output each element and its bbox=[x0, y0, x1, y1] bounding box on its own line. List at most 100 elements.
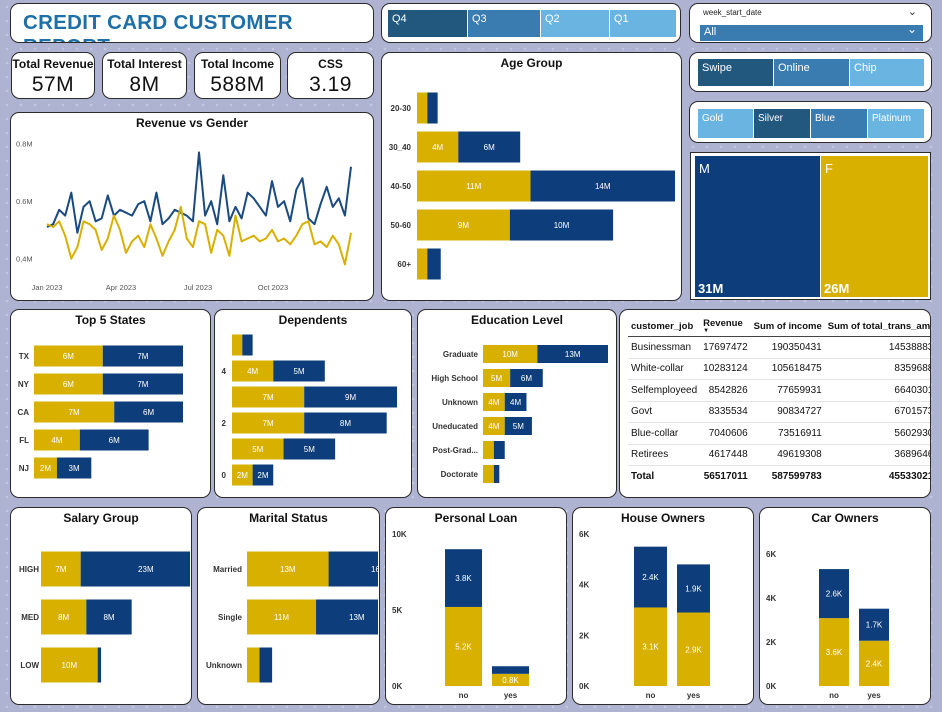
col-header-job[interactable]: customer_job bbox=[628, 316, 701, 337]
revenue-gender-card: Revenue vs Gender 0.8M 0.6M 0,4M Jan 2023 Ap… bbox=[10, 112, 374, 301]
category-label: Post-Grad... bbox=[433, 446, 478, 455]
slicer-online[interactable]: Online bbox=[774, 59, 850, 86]
data-label: 13M bbox=[280, 565, 296, 574]
cell: 587599783 bbox=[750, 465, 825, 487]
slicer-q3[interactable]: Q3 bbox=[468, 10, 541, 37]
category-label: no bbox=[459, 691, 469, 700]
data-label: 2M bbox=[237, 471, 248, 480]
data-label: 3.6K bbox=[826, 648, 843, 657]
category-label: HIGH bbox=[19, 565, 39, 574]
category-label: 60+ bbox=[397, 260, 411, 269]
data-label: 6M bbox=[484, 143, 495, 152]
data-label: 4M bbox=[510, 398, 521, 407]
axis-tick-label: 6K bbox=[579, 530, 589, 539]
bar bbox=[427, 92, 438, 124]
bar bbox=[492, 666, 529, 674]
slicer-q1[interactable]: Q1 bbox=[610, 10, 677, 37]
table-row: Blue-collar 7040606 73516911 5602930 bbox=[628, 422, 930, 445]
category-label: Uneducated bbox=[432, 422, 478, 431]
treemap-female-value: 26M bbox=[824, 281, 850, 296]
data-label: 10M bbox=[62, 661, 78, 670]
data-label: 1.7K bbox=[866, 621, 883, 630]
slicer-platinum[interactable]: Platinum bbox=[868, 109, 925, 138]
axis-tick-label: Oct 2023 bbox=[258, 283, 288, 292]
card-category-slicer: Gold Silver Blue Platinum bbox=[689, 101, 932, 143]
axis-tick-label: 4K bbox=[579, 581, 589, 590]
axis-tick-label: 10K bbox=[392, 530, 407, 539]
table-row: Selfemployeed 8542826 77659931 6640301 bbox=[628, 379, 930, 402]
treemap-male-tile[interactable]: M 31M bbox=[695, 156, 820, 297]
data-label: 5M bbox=[304, 445, 315, 454]
cell: 4617448 bbox=[700, 444, 751, 466]
data-label: 1.9K bbox=[685, 584, 702, 593]
data-label: 2M bbox=[40, 464, 51, 473]
gender-treemap: M 31M F 26M bbox=[690, 152, 931, 300]
bar bbox=[417, 92, 428, 124]
education-card: Education Level Graduate 10M 13M High Schoo… bbox=[417, 309, 617, 498]
personal-loan-chart: 10K 5K 0K no 5.2K 3.8K yes 0.8K bbox=[392, 530, 529, 700]
category-label: Unknown bbox=[206, 661, 242, 670]
category-label: 2 bbox=[222, 419, 227, 428]
axis-tick-label: 2K bbox=[579, 631, 589, 640]
axis-tick-label: Jul 2023 bbox=[184, 283, 212, 292]
week-filter-dropdown[interactable]: All ⌄ bbox=[700, 22, 923, 41]
data-label: 5M bbox=[491, 374, 502, 383]
data-label: 8M bbox=[58, 613, 69, 622]
data-label: 7M bbox=[69, 408, 80, 417]
kpi-total-interest: Total Interest 8M bbox=[102, 52, 187, 99]
category-label: Single bbox=[218, 613, 243, 622]
data-label: 5.2K bbox=[455, 642, 472, 651]
data-label: 23M bbox=[138, 565, 154, 574]
data-label: 4M bbox=[488, 398, 499, 407]
cell: 73516911 bbox=[750, 422, 825, 445]
card-slicer-track: Gold Silver Blue Platinum bbox=[698, 109, 925, 138]
treemap-female-tile[interactable]: F 26M bbox=[821, 156, 928, 297]
slicer-chip[interactable]: Chip bbox=[850, 59, 925, 86]
kpi-value: 588M bbox=[210, 73, 265, 96]
cell: 10283124 bbox=[700, 358, 751, 380]
cell: Retirees bbox=[628, 444, 701, 466]
col-header-income[interactable]: Sum of income bbox=[750, 316, 825, 337]
data-label: 5M bbox=[513, 422, 524, 431]
cell: 17697472 bbox=[700, 336, 751, 359]
transaction-slicer-track: Swipe Online Chip bbox=[698, 59, 925, 86]
bar bbox=[493, 441, 505, 459]
axis-tick-label: 4K bbox=[766, 594, 776, 603]
customer-job-table: customer_job Revenue ▼ Sum of income Sum … bbox=[628, 316, 930, 487]
cell: 56517011 bbox=[700, 465, 751, 487]
data-label: 3.8K bbox=[455, 574, 472, 583]
table-row: Retirees 4617448 49619308 3689646 bbox=[628, 444, 930, 466]
cell: 105618475 bbox=[750, 358, 825, 380]
cell: 45533021 bbox=[824, 465, 930, 487]
slicer-silver[interactable]: Silver bbox=[754, 109, 811, 138]
week-filter-value: All bbox=[704, 26, 717, 38]
axis-tick-label: 0,4M bbox=[16, 255, 33, 264]
week-filter-card: week_start_date ⌄ All ⌄ bbox=[689, 3, 932, 43]
bar bbox=[259, 647, 273, 683]
category-label: no bbox=[829, 691, 839, 700]
col-header-revenue[interactable]: Revenue ▼ bbox=[700, 316, 751, 337]
slicer-q4[interactable]: Q4 bbox=[388, 10, 468, 37]
data-label: 13M bbox=[349, 613, 365, 622]
category-label: 30_40 bbox=[389, 143, 412, 152]
category-label: LOW bbox=[20, 661, 39, 670]
cell: 3689646 bbox=[824, 444, 930, 466]
slicer-gold[interactable]: Gold bbox=[698, 109, 754, 138]
slicer-blue[interactable]: Blue bbox=[811, 109, 868, 138]
cell: 6640301 bbox=[824, 379, 930, 402]
bar bbox=[427, 248, 441, 280]
kpi-total-income: Total Income 588M bbox=[194, 52, 281, 99]
col-header-trans[interactable]: Sum of total_trans_amt bbox=[824, 316, 930, 337]
slicer-q2[interactable]: Q2 bbox=[541, 10, 610, 37]
category-label: High School bbox=[431, 374, 478, 383]
data-label: 2.6K bbox=[826, 590, 843, 599]
data-label: 5M bbox=[293, 367, 304, 376]
slicer-swipe[interactable]: Swipe bbox=[698, 59, 774, 86]
chevron-down-icon: ⌄ bbox=[906, 22, 917, 36]
cell: 77659931 bbox=[750, 379, 825, 402]
category-label: 40-50 bbox=[391, 182, 412, 191]
house-owners-chart: 6K 4K 2K 0K no 3.1K 2.4K yes 2.9K 1.9K bbox=[579, 530, 710, 700]
data-label: 6M bbox=[143, 408, 154, 417]
cell: Total bbox=[628, 465, 701, 487]
chevron-down-icon[interactable]: ⌄ bbox=[908, 5, 917, 18]
